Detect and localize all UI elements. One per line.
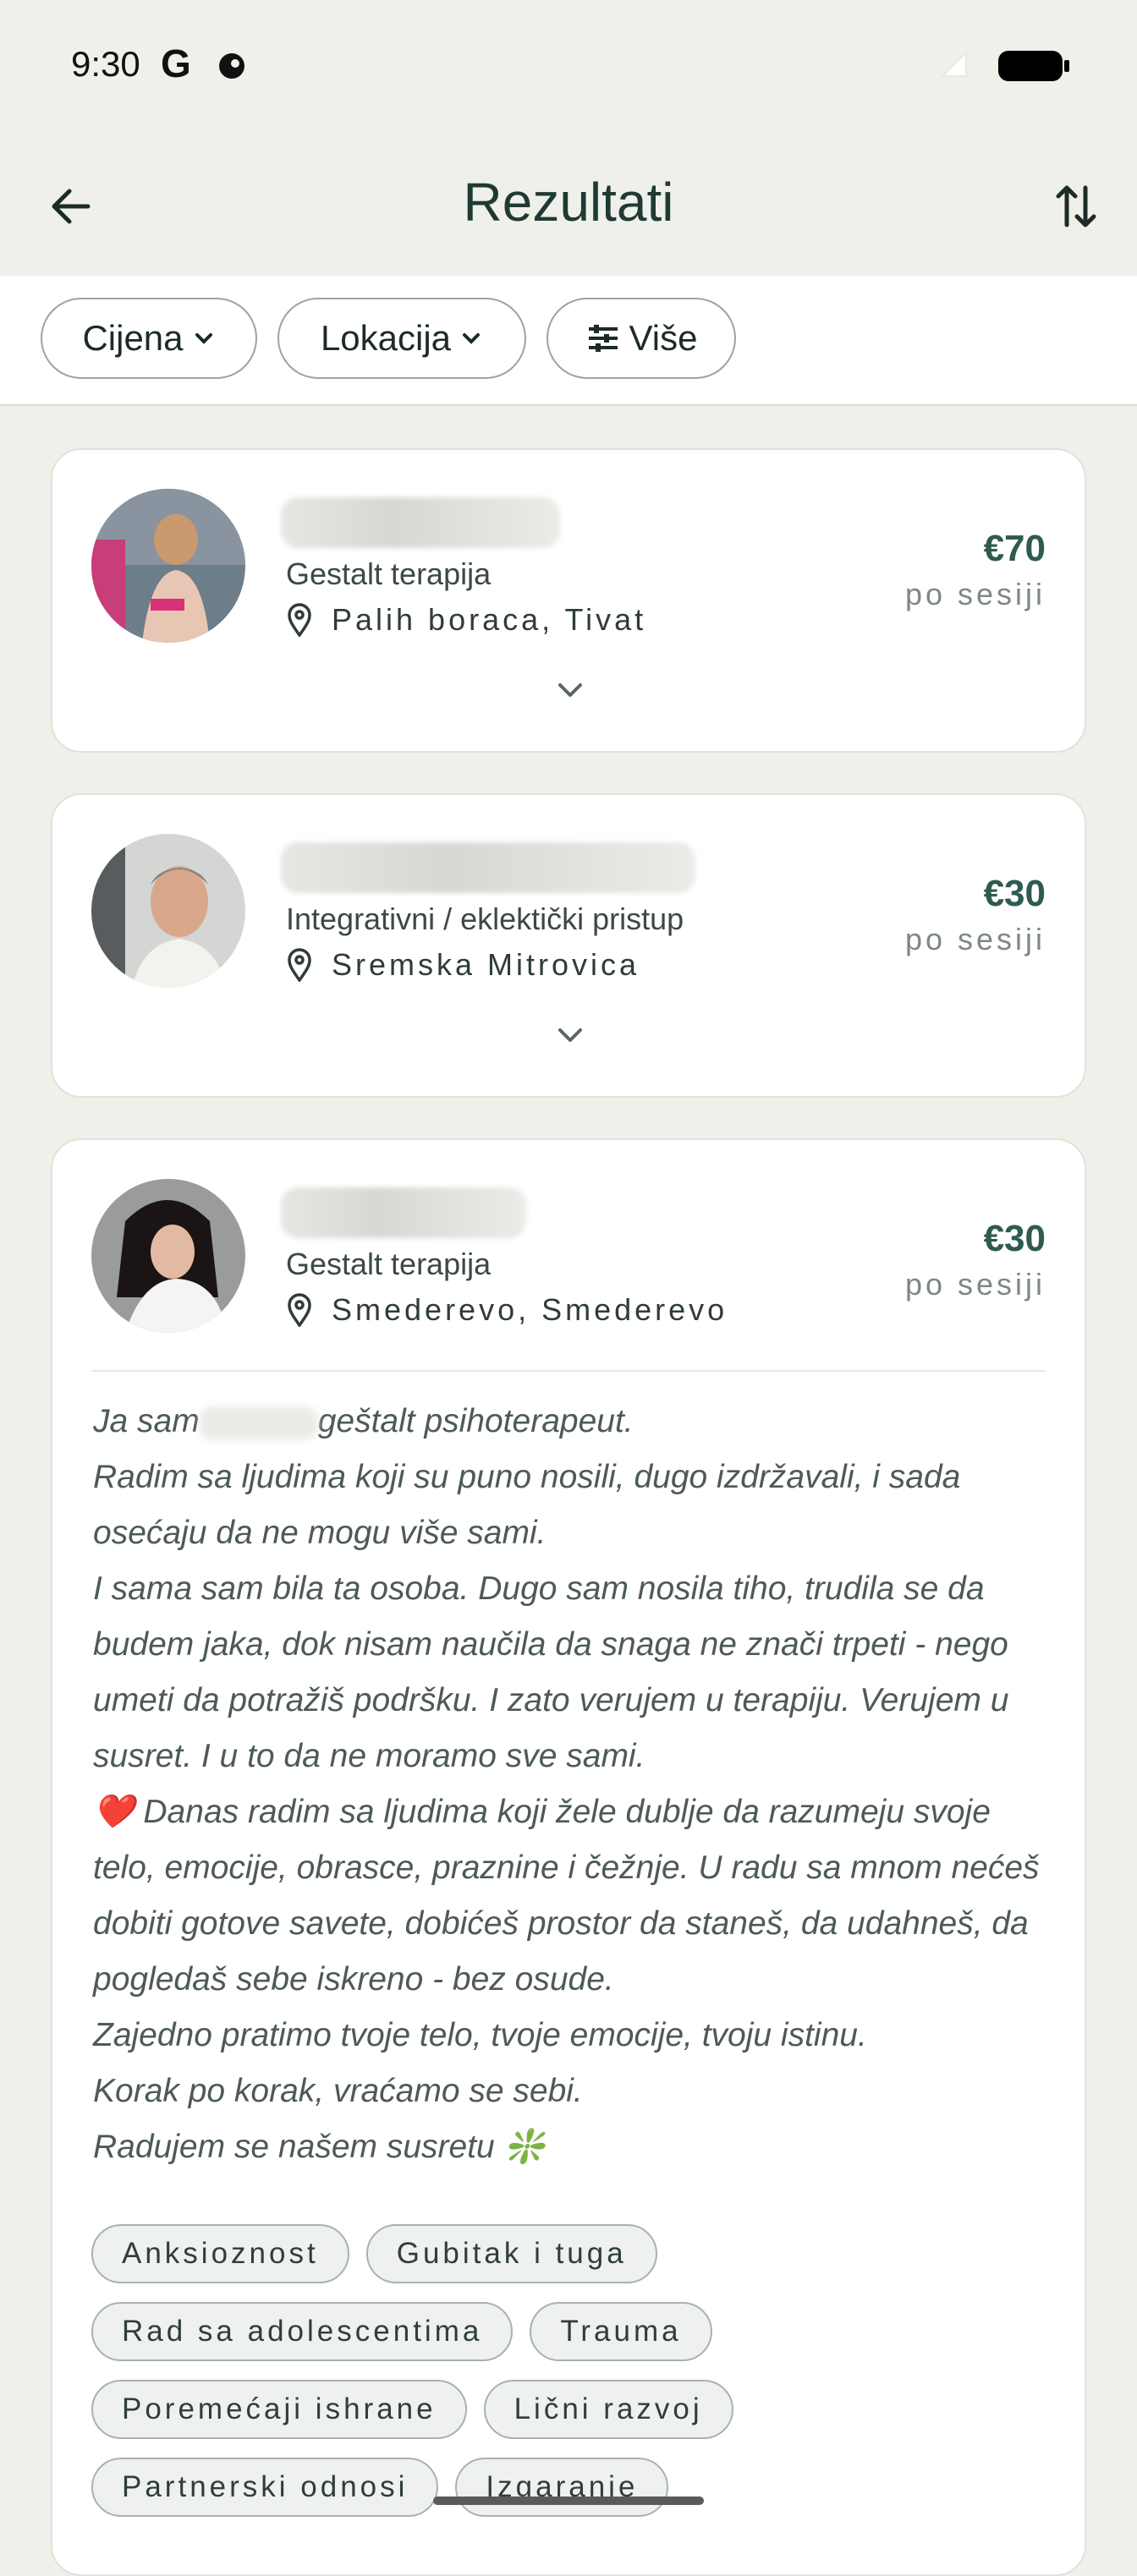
specialty-tag[interactable]: Partnerski odnosi [91,2458,439,2517]
status-bar: 9:30 G [0,0,1137,127]
specialty-tag[interactable]: Anksioznost [91,2224,349,2283]
therapist-location: Sremska Mitrovica [286,947,640,983]
app-bar: Rezultati [0,127,1137,276]
therapist-card[interactable]: Integrativni / eklektički pristup Sremsk… [51,793,1086,1098]
tune-icon [588,325,618,352]
avatar [91,1179,245,1333]
location-pin-icon [288,948,311,982]
tag-row: Rad sa adolescentima Trauma [91,2302,1056,2361]
per-session-label: po sesiji [904,577,1046,611]
specialty-tag[interactable]: Rad sa adolescentima [91,2302,514,2361]
session-price: €70 [983,528,1046,569]
therapist-location: Palih boraca, Tivat [286,602,646,638]
home-indicator[interactable] [433,2497,704,2505]
therapist-card-expanded[interactable]: Gestalt terapija Smederevo, Smederevo €3… [51,1138,1086,2576]
chevron-down-icon[interactable] [552,671,589,709]
google-g-icon: G [161,41,191,85]
therapist-name-blurred [281,842,695,893]
sort-arrows-icon [1056,185,1096,227]
therapy-approach: Gestalt terapija [286,1247,492,1281]
bio-line: Ja sam geštalt psihoterapeut. [93,1394,1049,1450]
status-time: 9:30 [71,44,140,84]
location-text: Palih boraca, Tivat [332,602,647,637]
chevron-down-icon [463,333,481,344]
specialty-tag[interactable]: Lični razvoj [483,2380,733,2439]
battery-icon [998,51,1069,81]
avatar [91,489,245,643]
specialty-tag[interactable]: Izgaranje [455,2458,669,2517]
bio-line: Radim sa ljudima koji su puno nosili, du… [93,1459,961,1551]
specialty-tag[interactable]: Poremećaji ishrane [91,2380,467,2439]
page-title: Rezultati [463,172,674,233]
chevron-down-icon[interactable] [552,1017,589,1054]
therapist-name-blurred [281,497,560,548]
location-text: Smederevo, Smederevo [332,1292,728,1327]
per-session-label: po sesiji [904,922,1046,956]
filter-location-chip[interactable]: Lokacija [277,298,526,379]
location-text: Sremska Mitrovica [332,947,640,982]
filter-bar: Cijena Lokacija Više [0,276,1137,406]
specialty-tag[interactable]: Gubitak i tuga [365,2224,657,2283]
filter-location-label: Lokacija [320,318,452,358]
filter-price-label: Cijena [82,318,184,358]
bio-line: Korak po korak, vraćamo se sebi. [93,2073,583,2109]
therapy-approach: Integrativni / eklektički pristup [286,902,684,936]
tag-row: Partnerski odnosi Izgaranje [91,2458,1056,2517]
divider [91,1370,1046,1372]
therapist-card[interactable]: Gestalt terapija Palih boraca, Tivat €70… [51,448,1086,753]
therapy-approach: Gestalt terapija [286,556,492,591]
bio-line: Zajedno pratimo tvoje telo, tvoje emocij… [93,2017,867,2053]
tag-row: Anksioznost Gubitak i tuga [91,2224,1056,2283]
avatar [91,834,245,988]
filter-more-chip[interactable]: Više [547,298,736,379]
bio-text: Ja sam [93,1403,200,1439]
session-price: €30 [983,873,1046,914]
location-pin-icon [288,1293,311,1327]
sort-button[interactable] [1046,176,1107,237]
notification-icon [219,53,244,79]
therapist-name-blurred [281,1187,526,1238]
signal-icon [940,50,967,77]
per-session-label: po sesiji [904,1267,1046,1302]
therapist-bio: Ja sam geštalt psihoterapeut. Radim sa lj… [93,1394,1049,2175]
bio-line: ❤️ Danas radim sa ljudima koji žele dubl… [93,1794,1040,1998]
therapist-location: Smederevo, Smederevo [286,1292,728,1328]
bio-text: geštalt psihoterapeut. [317,1403,634,1439]
tag-row: Poremećaji ishrane Lični razvoj [91,2380,1056,2439]
chevron-down-icon [195,333,212,344]
location-pin-icon [288,603,311,637]
session-price: €30 [983,1218,1046,1259]
specialty-tag[interactable]: Trauma [530,2302,712,2361]
filter-price-chip[interactable]: Cijena [41,298,257,379]
bio-line: I sama sam bila ta osoba. Dugo sam nosil… [93,1570,1009,1774]
filter-more-label: Više [629,318,698,358]
specialty-tags: Anksioznost Gubitak i tuga Rad sa adoles… [91,2224,1056,2535]
bio-line: Radujem se našem susretu ❇️ [93,2129,546,2165]
blurred-name-inline [199,1406,318,1440]
